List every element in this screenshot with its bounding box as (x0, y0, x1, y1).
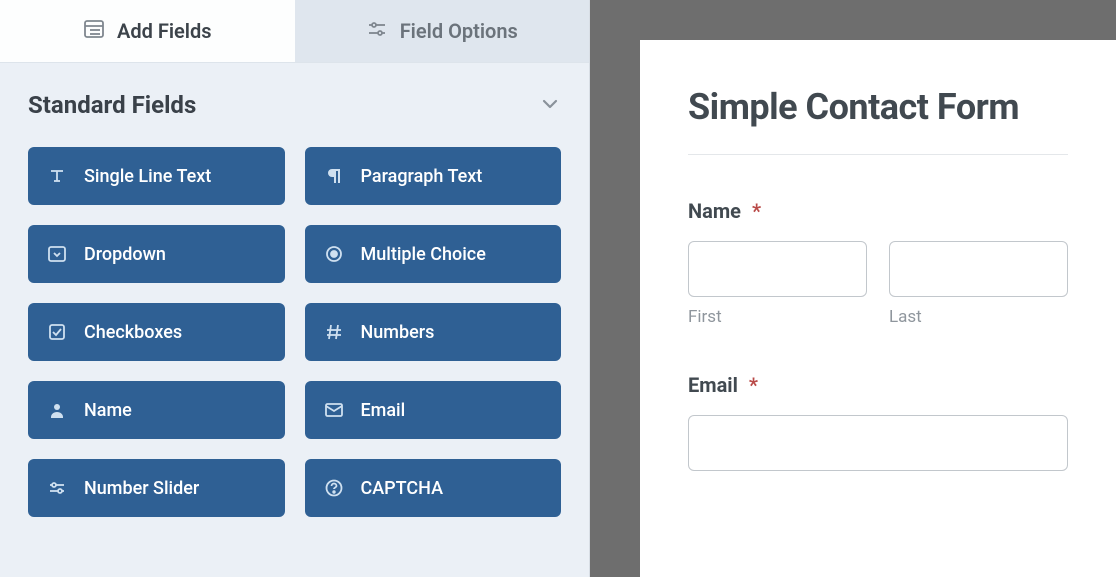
field-label: Paragraph Text (361, 166, 483, 187)
field-label: Email (361, 400, 406, 421)
field-checkboxes[interactable]: Checkboxes (28, 303, 285, 361)
field-email[interactable]: Email (305, 381, 562, 439)
field-numbers[interactable]: Numbers (305, 303, 562, 361)
form-preview-area: Simple Contact Form Name * First Last Em… (590, 0, 1116, 577)
tab-field-options[interactable]: Field Options (295, 0, 590, 62)
first-name-input[interactable] (688, 241, 867, 297)
chevron-down-icon (539, 92, 561, 118)
field-label: CAPTCHA (361, 478, 444, 499)
section-header-standard-fields[interactable]: Standard Fields (0, 63, 589, 133)
form-preview-card: Simple Contact Form Name * First Last Em… (640, 40, 1116, 577)
last-name-sublabel: Last (889, 307, 1068, 327)
section-title: Standard Fields (28, 91, 196, 119)
field-label-email: Email * (688, 373, 1068, 397)
tab-field-options-label: Field Options (400, 19, 518, 43)
first-name-sublabel: First (688, 307, 867, 327)
builder-sidebar: Add Fields Field Options Standard Fields (0, 0, 590, 577)
checkbox-icon (46, 321, 68, 343)
sliders-icon (366, 18, 388, 45)
field-grid: Single Line Text Paragraph Text Dropdown (0, 133, 589, 545)
email-input[interactable] (688, 415, 1068, 471)
last-name-input[interactable] (889, 241, 1068, 297)
question-circle-icon (323, 477, 345, 499)
field-label-name: Name * (688, 199, 1068, 223)
user-icon (46, 399, 68, 421)
tab-add-fields-label: Add Fields (117, 19, 212, 43)
form-title[interactable]: Simple Contact Form (688, 86, 1068, 128)
required-marker: * (752, 199, 761, 223)
form-fields-icon (83, 18, 105, 45)
field-captcha[interactable]: CAPTCHA (305, 459, 562, 517)
field-multiple-choice[interactable]: Multiple Choice (305, 225, 562, 283)
field-dropdown[interactable]: Dropdown (28, 225, 285, 283)
dropdown-icon (46, 243, 68, 265)
required-marker: * (749, 373, 758, 397)
paragraph-icon (323, 165, 345, 187)
field-label: Single Line Text (84, 166, 211, 187)
sidebar-tabs: Add Fields Field Options (0, 0, 589, 63)
text-cursor-icon (46, 165, 68, 187)
field-label: Name (84, 400, 132, 421)
field-paragraph-text[interactable]: Paragraph Text (305, 147, 562, 205)
radio-icon (323, 243, 345, 265)
form-field-email[interactable]: Email * (688, 373, 1068, 471)
tab-add-fields[interactable]: Add Fields (0, 0, 295, 62)
title-divider (688, 154, 1068, 155)
field-single-line-text[interactable]: Single Line Text (28, 147, 285, 205)
field-number-slider[interactable]: Number Slider (28, 459, 285, 517)
email-label-text: Email (688, 373, 738, 397)
sliders-icon (46, 477, 68, 499)
field-label: Dropdown (84, 244, 166, 265)
form-field-name[interactable]: Name * First Last (688, 199, 1068, 327)
field-label: Multiple Choice (361, 244, 486, 265)
hash-icon (323, 321, 345, 343)
name-label-text: Name (688, 199, 741, 223)
field-label: Number Slider (84, 478, 199, 499)
field-label: Numbers (361, 322, 435, 343)
field-label: Checkboxes (84, 322, 182, 343)
field-name[interactable]: Name (28, 381, 285, 439)
envelope-icon (323, 399, 345, 421)
